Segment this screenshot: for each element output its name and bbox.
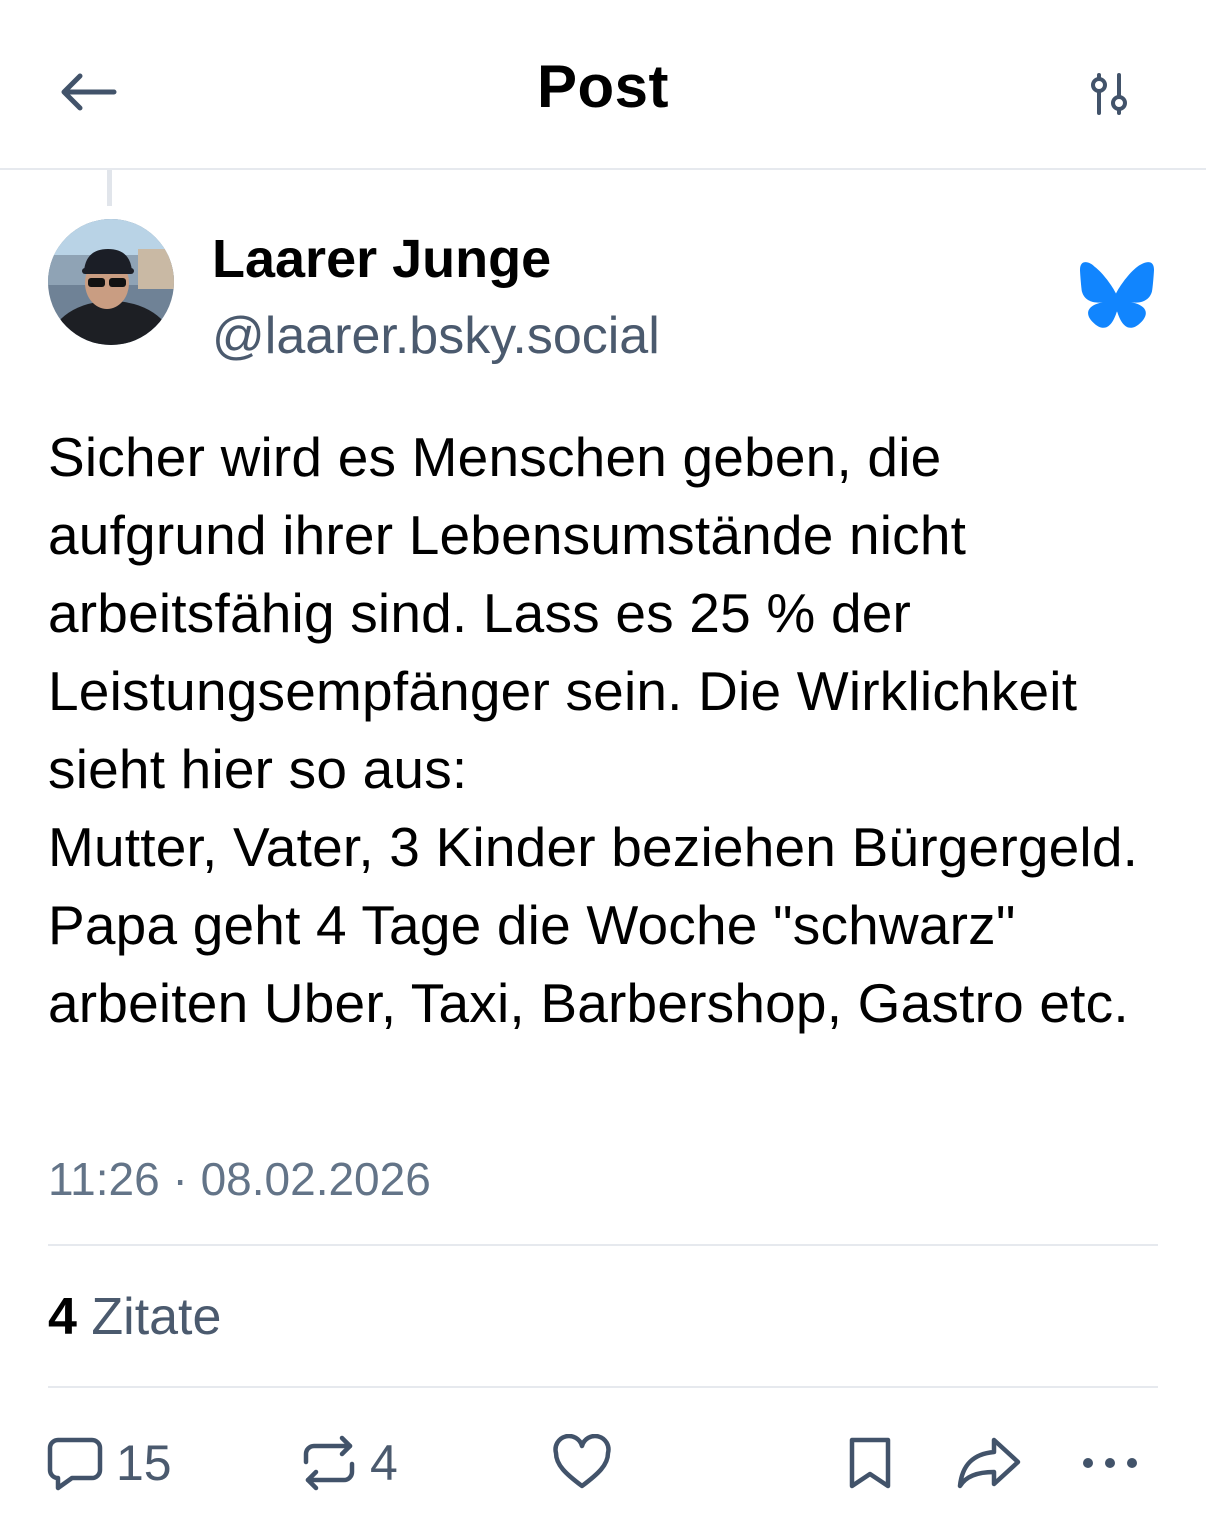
bluesky-butterfly-icon — [1080, 262, 1154, 328]
repost-button[interactable]: 4 — [300, 1430, 398, 1496]
top-bar: Post — [0, 0, 1206, 170]
sliders-icon — [1091, 73, 1127, 115]
reply-icon — [47, 1437, 103, 1491]
repost-count: 4 — [370, 1435, 398, 1491]
repost-icon — [303, 1435, 355, 1491]
divider — [48, 1386, 1158, 1388]
reply-button[interactable]: 15 — [46, 1430, 172, 1496]
reply-count: 15 — [116, 1435, 172, 1491]
share-icon — [957, 1437, 1021, 1489]
quotes-count-link[interactable]: 4 Zitate — [48, 1287, 221, 1347]
post-text: Sicher wird es Menschen geben, die aufgr… — [48, 426, 1139, 1034]
bookmark-button[interactable] — [842, 1430, 898, 1496]
avatar[interactable] — [48, 219, 174, 345]
like-button[interactable] — [552, 1430, 612, 1496]
page-title: Post — [536, 53, 670, 120]
post-timestamp: 11:26 · 08.02.2026 — [48, 1153, 431, 1205]
author-handle[interactable]: @laarer.bsky.social — [212, 306, 660, 366]
quotes-count: 4 — [48, 1288, 77, 1346]
quotes-label: Zitate — [91, 1288, 222, 1346]
bookmark-icon — [849, 1437, 891, 1489]
like-icon — [553, 1434, 611, 1489]
more-options-button[interactable] — [1080, 1430, 1140, 1496]
thread-connector-line — [107, 170, 112, 206]
thread-settings-button[interactable] — [1076, 60, 1144, 128]
share-button[interactable] — [956, 1430, 1022, 1496]
author-display-name[interactable]: Laarer Junge — [212, 228, 551, 290]
more-icon — [1083, 1458, 1137, 1468]
divider — [48, 1244, 1158, 1246]
